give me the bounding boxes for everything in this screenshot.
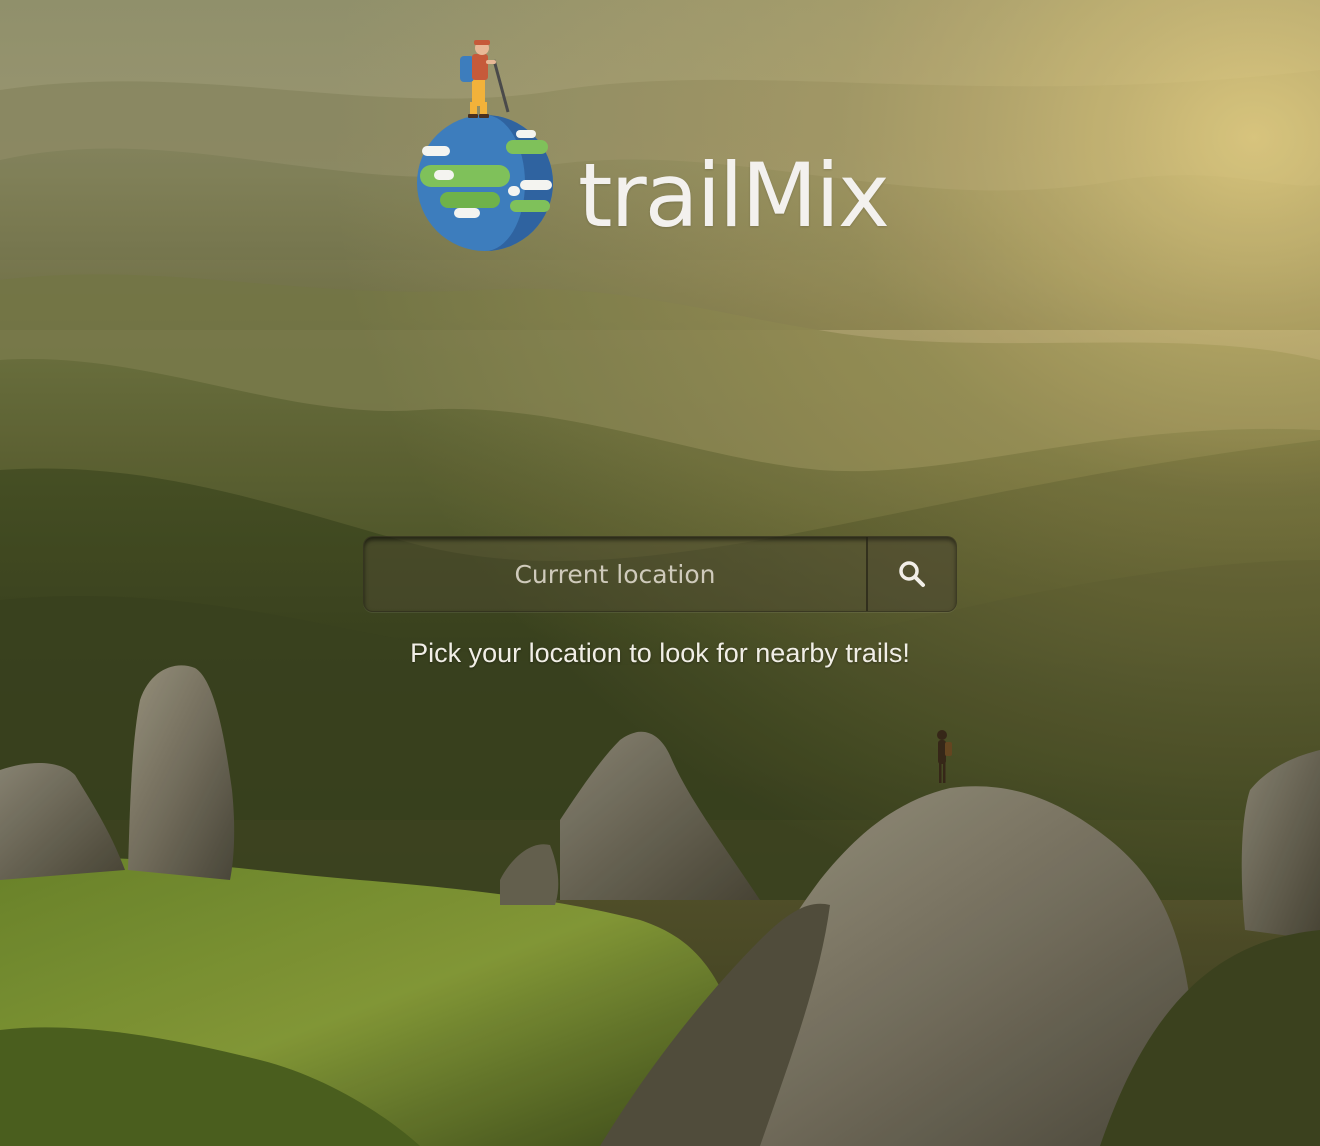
brand-name: trailMix [578,144,890,247]
globe-with-hiker-icon [417,40,553,251]
helper-text: Pick your location to look for nearby tr… [410,638,910,668]
location-search-bar [363,536,957,612]
search-button[interactable] [866,537,956,611]
brand-logo[interactable]: trailMix [410,40,940,260]
location-input[interactable] [364,537,866,611]
search-icon [899,561,925,587]
landing-page: trailMix Pick your location to look for … [0,0,1320,1146]
